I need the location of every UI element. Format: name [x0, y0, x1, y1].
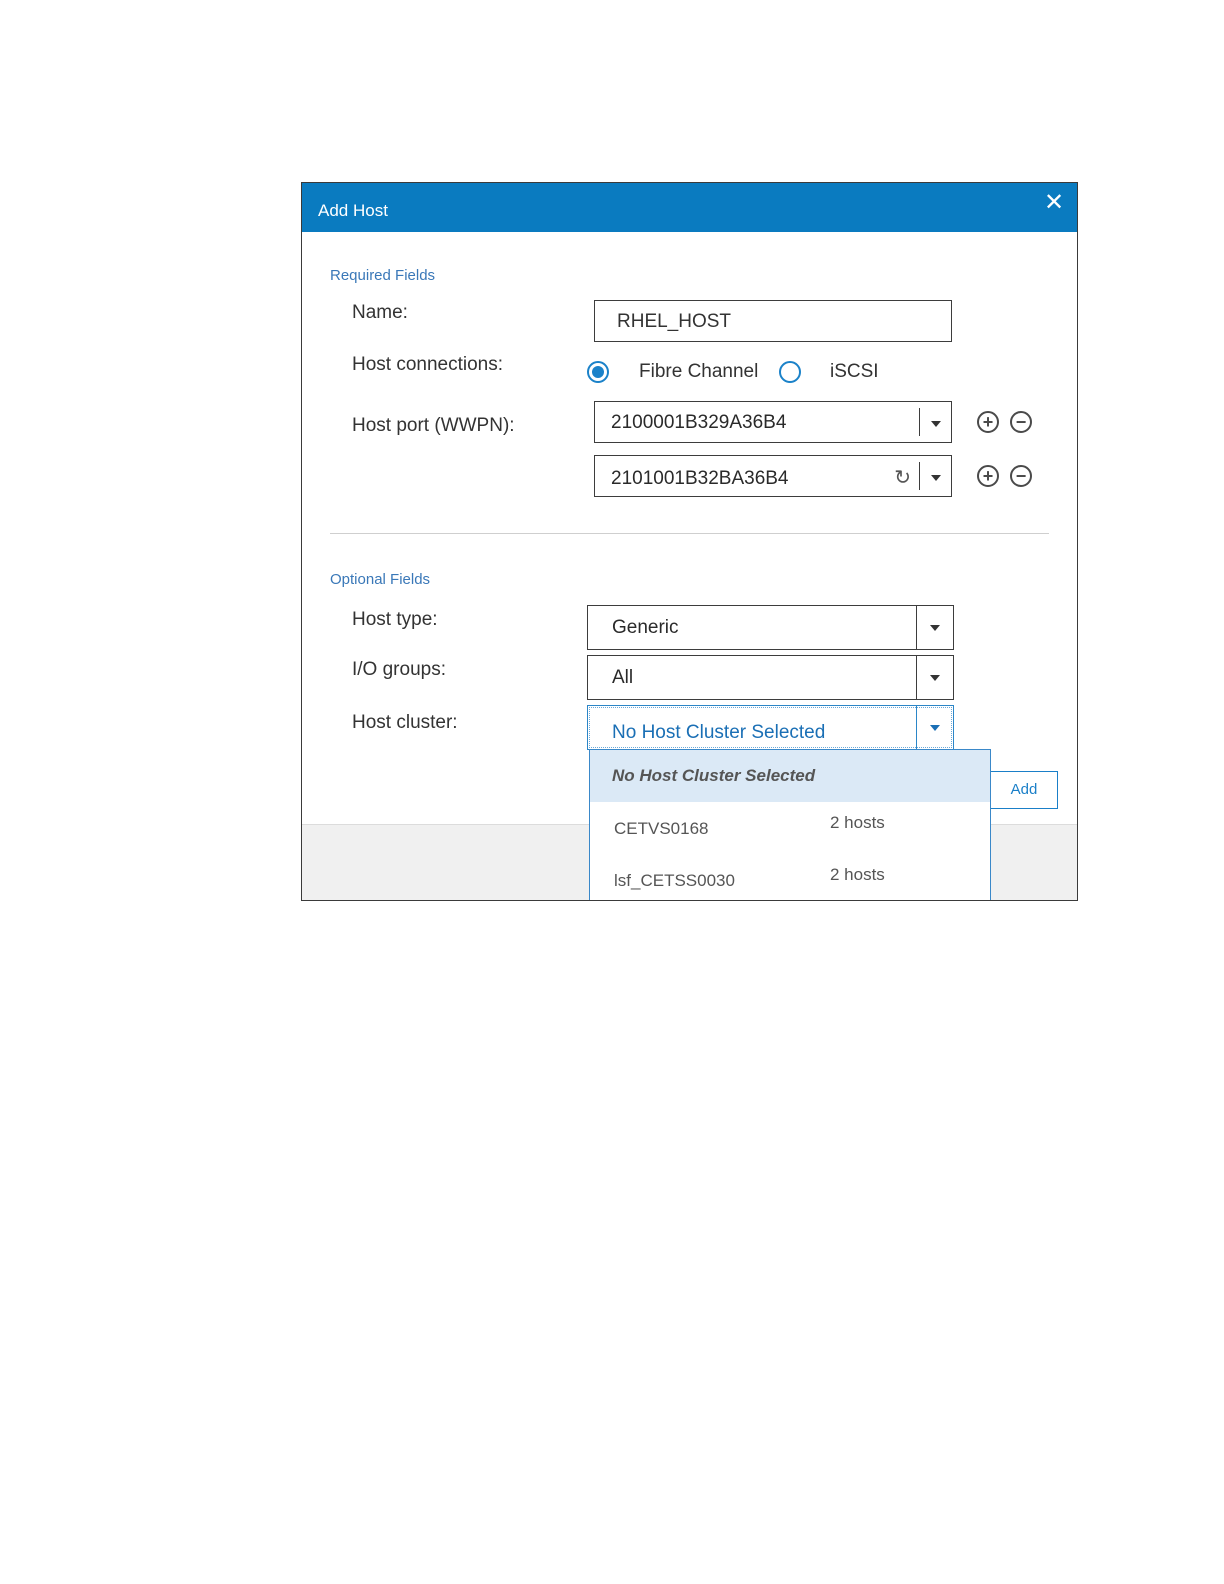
host-port-value-2: 2101001B32BA36B4	[611, 468, 789, 489]
dropdown-option[interactable]: lsf_CETSS0030 2 hosts	[590, 854, 990, 900]
required-fields-label: Required Fields	[330, 267, 436, 284]
add-host-dialog: Add Host ✕ Required Fields Name: RHEL_HO…	[301, 182, 1078, 901]
name-input[interactable]: RHEL_HOST	[594, 300, 952, 342]
fibre-channel-radio[interactable]	[587, 361, 609, 383]
add-port-icon[interactable]: +	[977, 411, 999, 433]
io-groups-select[interactable]: All	[587, 655, 954, 700]
dialog-title: Add Host	[318, 201, 388, 220]
chevron-down-icon[interactable]	[930, 675, 940, 681]
name-value: RHEL_HOST	[617, 311, 732, 332]
host-type-value: Generic	[612, 617, 679, 638]
host-cluster-dropdown: No Host Cluster Selected CETVS0168 2 hos…	[589, 749, 991, 900]
dropdown-option-label: No Host Cluster Selected	[612, 766, 816, 785]
host-cluster-select[interactable]: No Host Cluster Selected	[587, 705, 954, 750]
host-port-label: Host port (WWPN):	[352, 415, 515, 436]
refresh-icon[interactable]: ↻	[894, 465, 911, 490]
host-port-input-1[interactable]: 2100001B329A36B4	[594, 401, 952, 443]
cluster-host-count: 2 hosts	[830, 865, 885, 884]
chevron-down-icon[interactable]	[930, 625, 940, 631]
iscsi-radio[interactable]	[779, 361, 801, 383]
remove-port-icon[interactable]: −	[1010, 465, 1032, 487]
dropdown-option[interactable]: CETVS0168 2 hosts	[590, 802, 990, 854]
host-type-select[interactable]: Generic	[587, 605, 954, 650]
host-type-label: Host type:	[352, 609, 438, 630]
fibre-channel-label[interactable]: Fibre Channel	[639, 361, 758, 383]
add-button[interactable]: Add	[990, 771, 1058, 809]
host-connections-label: Host connections:	[352, 354, 504, 375]
io-groups-value: All	[612, 667, 634, 688]
add-port-icon[interactable]: +	[977, 465, 999, 487]
host-cluster-label: Host cluster:	[352, 712, 458, 733]
remove-port-icon[interactable]: −	[1010, 411, 1032, 433]
optional-fields-label: Optional Fields	[330, 571, 431, 588]
dialog-titlebar: Add Host ✕	[302, 183, 1077, 232]
name-label: Name:	[352, 302, 408, 323]
cluster-name: CETVS0168	[614, 819, 709, 838]
host-port-value-1: 2100001B329A36B4	[611, 412, 787, 433]
iscsi-label[interactable]: iSCSI	[830, 361, 879, 383]
cluster-name: lsf_CETSS0030	[614, 871, 735, 890]
chevron-down-icon[interactable]	[930, 725, 940, 731]
host-cluster-value: No Host Cluster Selected	[612, 722, 826, 743]
chevron-down-icon[interactable]	[931, 475, 941, 481]
chevron-down-icon[interactable]	[931, 421, 941, 427]
close-icon[interactable]: ✕	[1043, 191, 1065, 215]
section-divider	[330, 533, 1049, 534]
dropdown-option-none[interactable]: No Host Cluster Selected	[590, 750, 990, 802]
host-port-input-2[interactable]: 2101001B32BA36B4 ↻	[594, 455, 952, 497]
io-groups-label: I/O groups:	[352, 659, 446, 680]
cluster-host-count: 2 hosts	[830, 813, 885, 832]
